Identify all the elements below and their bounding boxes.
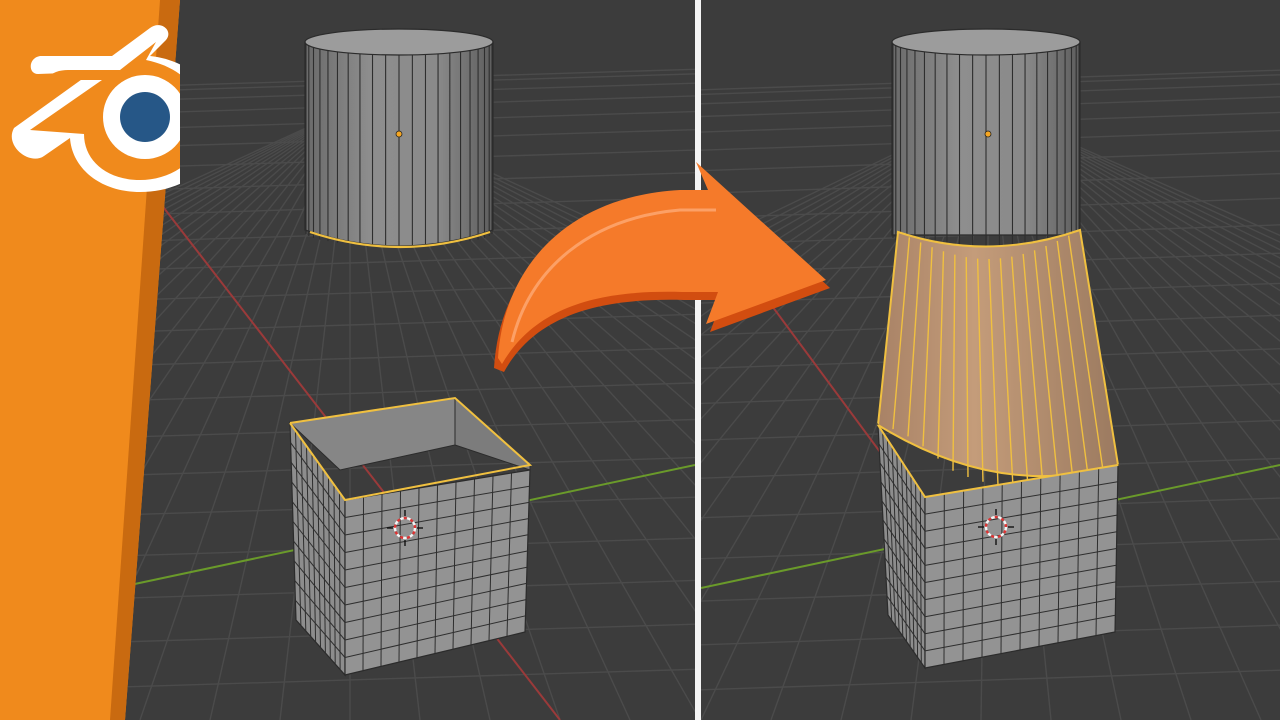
viewport-before[interactable] xyxy=(0,0,695,720)
open-cube-mesh[interactable] xyxy=(288,396,533,677)
viewport-before-scene xyxy=(0,28,695,720)
bridge-faces[interactable] xyxy=(876,228,1120,488)
viewport-after-scene xyxy=(701,28,1280,720)
cylinder-mesh[interactable] xyxy=(891,28,1081,250)
cylinder-mesh[interactable] xyxy=(304,28,494,249)
object-origin-icon xyxy=(395,130,403,138)
object-origin-icon xyxy=(984,130,992,138)
viewport-after[interactable] xyxy=(701,0,1280,720)
